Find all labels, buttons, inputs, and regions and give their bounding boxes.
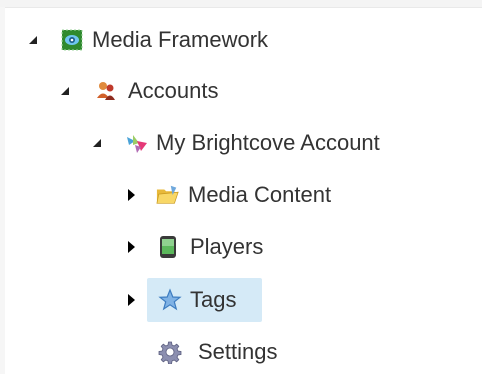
tree-node-label: Players [190,234,264,259]
tree-node-media-content[interactable]: Media Content [124,177,331,213]
expanded-arrow-icon[interactable] [90,125,104,161]
tree-node-tags[interactable]: Tags [124,282,236,318]
accounts-icon [94,79,118,103]
star-icon [158,288,182,312]
tree-node-media-framework[interactable]: Media Framework [26,22,268,58]
expanded-arrow-icon[interactable] [26,22,40,58]
tree-node-label: Tags [190,287,237,312]
brightcove-account-icon [125,131,149,155]
collapsed-arrow-icon[interactable] [124,229,138,265]
tree-node-settings[interactable]: Settings [158,334,278,370]
gear-icon [158,340,182,364]
expanded-arrow-icon[interactable] [58,73,72,109]
folder-icon [156,183,180,207]
tree-node-players[interactable]: Players [124,229,263,265]
media-framework-icon [60,28,84,52]
tree-node-label: My Brightcove Account [156,130,380,155]
content-tree: Media Framework Accounts My Brightcove A… [0,0,482,374]
player-icon [156,235,180,259]
tree-node-label: Settings [198,339,278,364]
tree-node-label: Media Framework [92,27,269,52]
collapsed-arrow-icon[interactable] [124,282,138,318]
collapsed-arrow-icon[interactable] [124,177,138,213]
tree-node-label: Media Content [188,182,332,207]
tree-node-label: Accounts [128,78,219,103]
tree-node-accounts[interactable]: Accounts [58,73,219,109]
tree-panel: Media Framework Accounts My Brightcove A… [0,0,482,374]
tree-node-my-brightcove-account[interactable]: My Brightcove Account [90,125,380,161]
